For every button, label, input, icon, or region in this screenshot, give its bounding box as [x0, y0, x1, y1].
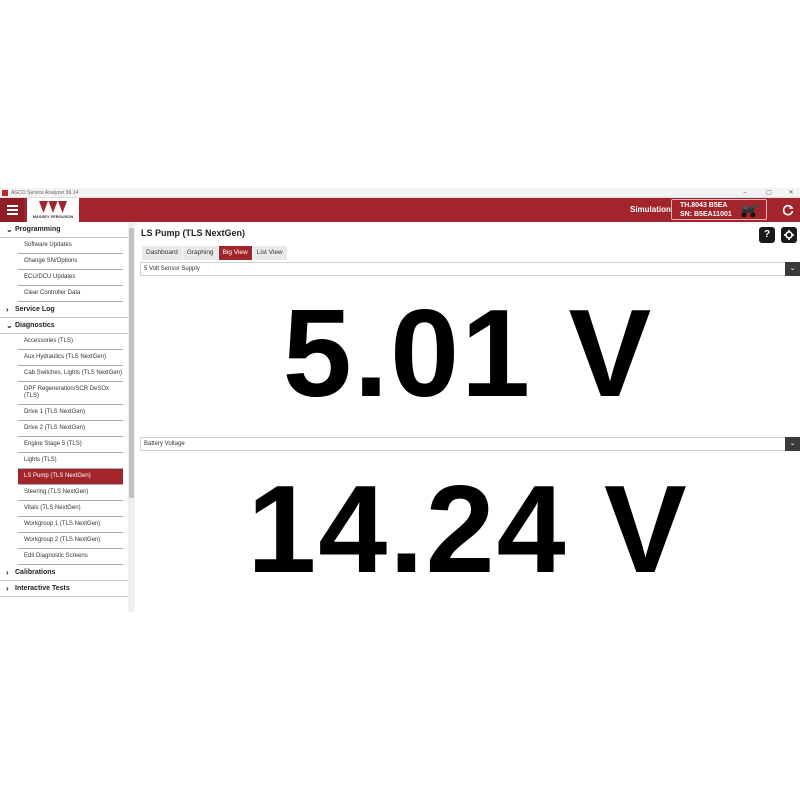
main-panel: LS Pump (TLS NextGen) ? Dashboard Graphi…: [136, 222, 800, 612]
sidebar-item-drive-1[interactable]: Drive 1 (TLS NextGen): [18, 405, 123, 421]
sidebar-item-clear-controller-data[interactable]: Clear Controller Data: [18, 286, 123, 302]
chevron-down-icon: ⌄: [6, 225, 13, 234]
chevron-down-icon[interactable]: ⌄: [785, 437, 800, 451]
sidebar-section-calibrations[interactable]: › Calibrations: [0, 565, 128, 581]
help-button[interactable]: ?: [759, 227, 775, 243]
parameter-select-2[interactable]: Battery Voltage ⌄: [140, 437, 800, 451]
question-icon: ?: [763, 229, 771, 240]
sidebar-item-dpf-regeneration[interactable]: DPF Regeneration/SCR DeSOx (TLS): [18, 382, 123, 405]
sidebar-item-lights[interactable]: Lights (TLS): [18, 453, 123, 469]
chevron-down-icon[interactable]: ⌄: [785, 262, 800, 276]
big-reading-value: 14.24 V: [247, 461, 689, 599]
sidebar-item-vitals[interactable]: Vitals (TLS NextGen): [18, 501, 123, 517]
sidebar-item-workgroup-1[interactable]: Workgroup 1 (TLS NextGen): [18, 517, 123, 533]
section-label: Diagnostics: [15, 322, 55, 329]
sidebar-section-programming[interactable]: ⌄ Programming: [0, 222, 128, 238]
sidebar-section-diagnostics[interactable]: ⌄ Diagnostics: [0, 318, 128, 334]
brand-logo: MASSEY FERGUSON: [27, 198, 79, 222]
sidebar-item-ecu-dcu-updates[interactable]: ECU/DCU Updates: [18, 270, 123, 286]
scrollbar-thumb[interactable]: [129, 228, 134, 498]
sidebar-item-software-updates[interactable]: Software Updates: [18, 238, 123, 254]
parameter-select-1[interactable]: 5 Volt Sensor Supply ⌄: [140, 262, 800, 276]
refresh-icon: [782, 204, 794, 216]
hamburger-line-icon: [6, 209, 18, 211]
sidebar-item-cab-switches-lights[interactable]: Cab Switches, Lights (TLS NextGen): [18, 366, 123, 382]
chevron-down-icon: ⌄: [6, 321, 13, 330]
section-label: Programming: [15, 226, 61, 233]
app-window: AGCO Service Analyzer 99.14 – ▢ ✕ MASSEY…: [0, 188, 800, 612]
page-title: LS Pump (TLS NextGen): [141, 228, 246, 238]
sidebar-item-aux-hydraulics[interactable]: Aux Hydraulics (TLS NextGen): [18, 350, 123, 366]
app-header: MASSEY FERGUSON Simulation TH.8043 B5EA …: [0, 198, 800, 222]
tab-big-view[interactable]: Big View: [218, 246, 252, 260]
hamburger-line-icon: [6, 213, 18, 215]
machine-selector[interactable]: TH.8043 B5EA SN: B5EA11001: [671, 199, 767, 220]
minimize-button[interactable]: –: [738, 188, 752, 198]
window-title: AGCO Service Analyzer 99.14: [11, 190, 79, 196]
maximize-button[interactable]: ▢: [762, 188, 776, 198]
sidebar-scrollbar[interactable]: [128, 222, 135, 612]
chevron-right-icon: ›: [6, 568, 9, 577]
parameter-select-value: 5 Volt Sensor Supply: [144, 266, 200, 272]
section-label: Service Log: [15, 306, 55, 313]
simulation-label: Simulation: [630, 205, 671, 214]
tab-list-view[interactable]: List View: [252, 246, 287, 260]
sidebar-item-engine-stage-5[interactable]: Engine Stage 5 (TLS): [18, 437, 123, 453]
settings-button[interactable]: [781, 227, 797, 243]
chevron-right-icon: ›: [6, 305, 9, 314]
triple-triangle-logo-icon: [39, 201, 67, 213]
screenshot-stage: AGCO Service Analyzer 99.14 – ▢ ✕ MASSEY…: [0, 0, 800, 800]
sidebar-item-workgroup-2[interactable]: Workgroup 2 (TLS NextGen): [18, 533, 123, 549]
sidebar-nav: ⌄ Programming Software Updates Change SN…: [0, 222, 128, 612]
sidebar-item-steering[interactable]: Steering (TLS NextGen): [18, 485, 123, 501]
sidebar-section-interactive-tests[interactable]: › Interactive Tests: [0, 581, 128, 597]
telehandler-icon: [741, 204, 760, 218]
section-label: Calibrations: [15, 569, 56, 576]
sidebar-item-accessories[interactable]: Accessories (TLS): [18, 334, 123, 350]
sidebar-section-service-log[interactable]: › Service Log: [0, 302, 128, 318]
close-button[interactable]: ✕: [784, 188, 798, 198]
sidebar-item-ls-pump[interactable]: LS Pump (TLS NextGen): [18, 469, 123, 485]
window-titlebar: AGCO Service Analyzer 99.14 – ▢ ✕: [0, 188, 800, 198]
hamburger-menu-button[interactable]: [0, 198, 24, 222]
chevron-right-icon: ›: [6, 584, 9, 593]
gear-icon: [784, 230, 794, 240]
big-reading-value: 5.01 V: [282, 285, 654, 423]
section-label: Interactive Tests: [15, 585, 70, 592]
parameter-select-value: Battery Voltage: [144, 441, 185, 447]
app-icon: [2, 190, 8, 196]
refresh-button[interactable]: [776, 198, 800, 222]
tab-dashboard[interactable]: Dashboard: [142, 246, 182, 260]
sidebar-item-change-sn-options[interactable]: Change SN/Options: [18, 254, 123, 270]
brand-name: MASSEY FERGUSON: [32, 214, 74, 219]
view-tabs: Dashboard Graphing Big View List View: [142, 246, 287, 260]
tab-graphing[interactable]: Graphing: [182, 246, 218, 260]
sidebar-item-drive-2[interactable]: Drive 2 (TLS NextGen): [18, 421, 123, 437]
hamburger-line-icon: [6, 205, 18, 207]
machine-serial: SN: B5EA11001: [680, 211, 732, 218]
machine-model: TH.8043 B5EA: [680, 202, 728, 209]
sidebar-item-edit-diagnostic-screens[interactable]: Edit Diagnostic Screens: [18, 549, 123, 565]
